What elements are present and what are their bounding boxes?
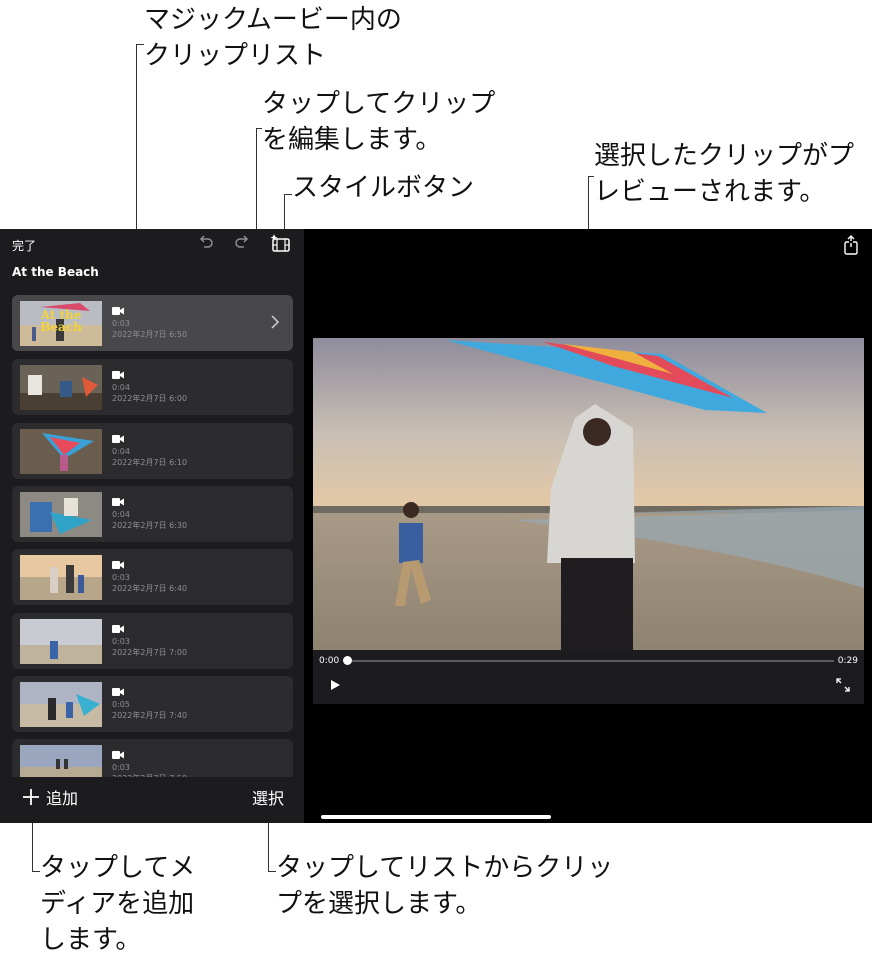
style-film-icon[interactable]	[270, 233, 290, 253]
select-button[interactable]: 選択	[252, 785, 284, 809]
clip-thumb-title: At the Beach	[40, 308, 82, 334]
add-media-button[interactable]: 追加	[22, 785, 78, 809]
clip-thumbnail	[20, 365, 102, 410]
callout-preview: 選択したクリップがプ レビューされます。	[594, 141, 855, 207]
project-title: At the Beach	[12, 265, 99, 279]
clip-thumbnail	[20, 619, 102, 664]
scrubber-track[interactable]	[347, 660, 834, 662]
clip-date: 2022年2月7日 7:00	[112, 648, 188, 657]
video-camera-icon	[112, 688, 124, 696]
undo-icon[interactable]	[196, 233, 216, 253]
leader-select-clips-tick	[268, 871, 276, 872]
clip-thumbnail	[20, 555, 102, 600]
callout-style-button: スタイルボタン	[292, 173, 475, 203]
redo-icon[interactable]	[232, 233, 252, 253]
home-indicator	[321, 815, 551, 819]
video-preview[interactable]	[313, 338, 864, 650]
app-screen: 完了 At the Beach At the Beach 0:03 2022年2…	[0, 229, 872, 823]
callout-add-media: タップしてメ ディアを追加 します。	[40, 853, 196, 955]
add-media-label: 追加	[46, 789, 79, 808]
clip-row[interactable]: 0:04 2022年2月7日 6:00	[12, 359, 293, 415]
clip-row[interactable]: 0:05 2022年2月7日 7:40	[12, 676, 293, 732]
player-controls: 0:00 0:29	[313, 650, 864, 704]
clip-thumbnail	[20, 429, 102, 474]
play-icon[interactable]	[329, 679, 341, 691]
clip-duration: 0:05	[112, 700, 130, 709]
preview-pane: 0:00 0:29	[304, 229, 872, 823]
leader-style-button-tick	[284, 194, 292, 195]
clip-row[interactable]: At the Beach 0:03 2022年2月7日 6:50	[12, 295, 293, 351]
clip-date: 2022年2月7日 6:50	[112, 330, 188, 339]
clip-duration: 0:03	[112, 637, 130, 646]
clip-date: 2022年2月7日 6:10	[112, 458, 188, 467]
clip-duration: 0:04	[112, 510, 130, 519]
clip-row[interactable]: 0:03 2022年2月7日 7:00	[12, 613, 293, 669]
share-icon[interactable]	[842, 235, 860, 255]
clip-duration: 0:03	[112, 763, 130, 772]
video-camera-icon	[112, 625, 124, 633]
clip-date: 2022年2月7日 6:00	[112, 394, 188, 403]
clip-date: 2022年2月7日 6:40	[112, 584, 188, 593]
clip-thumbnail: At the Beach	[20, 301, 102, 346]
leader-preview-tick	[588, 176, 594, 177]
leader-add-media-tick	[32, 871, 40, 872]
clip-date: 2022年2月7日 6:30	[112, 521, 188, 530]
chevron-right-icon[interactable]	[267, 313, 283, 331]
clip-duration: 0:03	[112, 319, 130, 328]
clip-date: 2022年2月7日 7:40	[112, 711, 188, 720]
current-time: 0:00	[319, 656, 340, 666]
clip-thumbnail	[20, 682, 102, 727]
fullscreen-icon[interactable]	[836, 678, 850, 692]
clip-row[interactable]: 0:04 2022年2月7日 6:10	[12, 423, 293, 479]
clip-thumbnail	[20, 492, 102, 537]
video-camera-icon	[112, 561, 124, 569]
clip-row[interactable]: 0:03 2022年2月7日 6:40	[12, 549, 293, 605]
clip-duration: 0:04	[112, 383, 130, 392]
plus-icon	[23, 789, 39, 805]
leader-edit-clip-tick	[256, 128, 262, 129]
clip-duration: 0:04	[112, 447, 130, 456]
callout-edit-clip: タップしてクリップ を編集します。	[262, 89, 496, 155]
scrubber-handle[interactable]	[342, 656, 352, 665]
video-camera-icon	[112, 435, 124, 443]
video-camera-icon	[112, 498, 124, 506]
clip-row[interactable]: 0:04 2022年2月7日 6:30	[12, 486, 293, 542]
video-camera-icon	[112, 751, 124, 759]
video-camera-icon	[112, 371, 124, 379]
video-camera-icon	[112, 307, 124, 315]
clip-list-sidebar: 完了 At the Beach At the Beach 0:03 2022年2…	[0, 229, 304, 823]
callout-clip-list: マジックムービー内の クリップリスト	[144, 5, 402, 71]
callout-select-clips: タップしてリストからクリッ プを選択します。	[276, 853, 614, 919]
leader-clip-list-tick	[136, 44, 144, 45]
total-time: 0:29	[837, 656, 858, 666]
done-button[interactable]: 完了	[12, 237, 36, 254]
clip-duration: 0:03	[112, 573, 130, 582]
